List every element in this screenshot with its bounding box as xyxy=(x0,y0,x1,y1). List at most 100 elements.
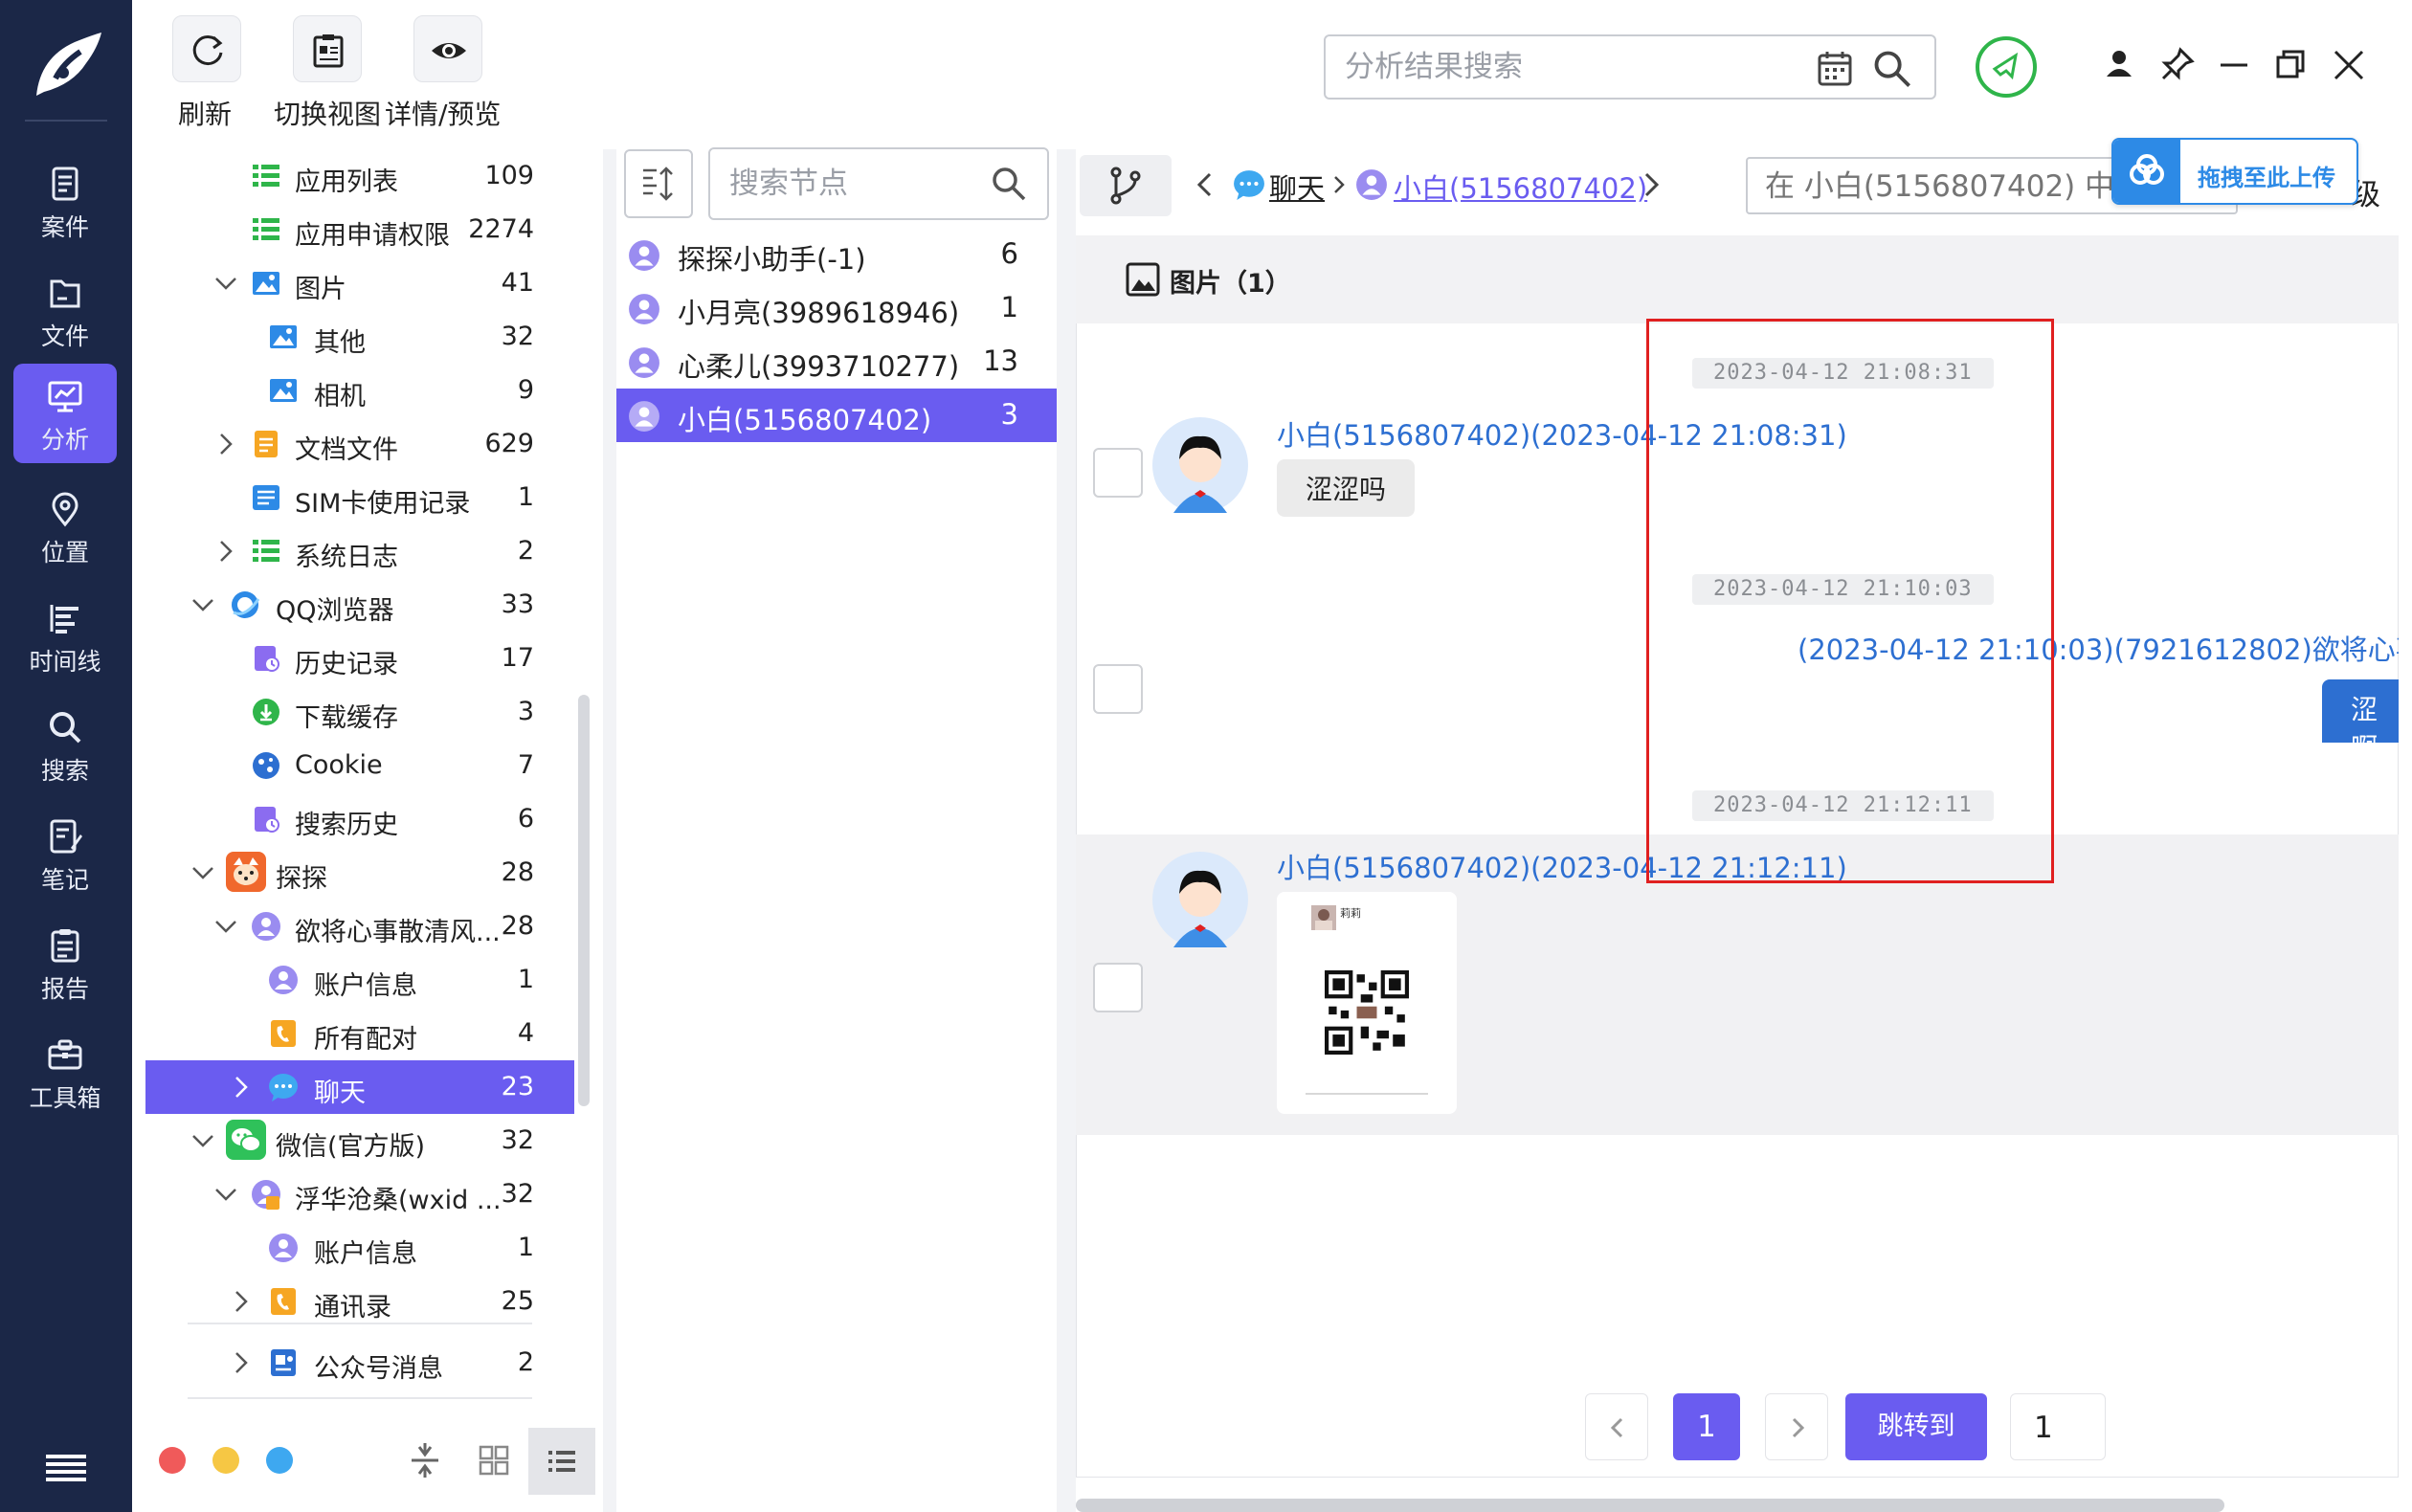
message-checkbox[interactable] xyxy=(1093,664,1143,714)
chevron-right-icon[interactable] xyxy=(212,538,239,565)
sidebar-item-label: 位置 xyxy=(40,539,89,567)
red-dot-filter[interactable] xyxy=(159,1447,186,1474)
shield-status-icon[interactable] xyxy=(1974,34,2039,100)
sidebar-item-case[interactable]: 案件 xyxy=(13,151,117,251)
pin-icon[interactable] xyxy=(2155,44,2198,86)
refresh-button[interactable] xyxy=(172,15,241,82)
tree-scrollbar[interactable] xyxy=(578,695,590,1106)
panel-divider[interactable] xyxy=(1057,149,1076,1512)
chevron-right-icon[interactable] xyxy=(212,431,239,457)
tree-item-account-info-wechat[interactable]: 账户信息 1 xyxy=(145,1221,574,1275)
breadcrumb-contact-link[interactable]: 小白(5156807402) xyxy=(1394,167,1647,207)
chevron-down-icon[interactable] xyxy=(212,913,239,940)
node-search-box xyxy=(708,147,1049,220)
tree-item-search-history[interactable]: 搜索历史 6 xyxy=(145,792,574,846)
user-avatar-icon xyxy=(269,1234,298,1262)
restore-icon[interactable] xyxy=(2270,44,2312,86)
image-message-card[interactable]: 莉莉 xyxy=(1277,892,1457,1114)
cloud-upload-icon xyxy=(2130,154,2164,185)
detail-preview-button[interactable] xyxy=(413,15,482,82)
yellow-dot-filter[interactable] xyxy=(212,1447,239,1474)
branch-button[interactable] xyxy=(1080,155,1172,216)
tree-item-download-cache[interactable]: 下载缓存 3 xyxy=(145,685,574,739)
sort-button[interactable] xyxy=(624,149,693,218)
prev-page-button[interactable] xyxy=(1585,1393,1648,1460)
node-item[interactable]: 探探小助手(-1) 6 xyxy=(616,228,1057,281)
cookie-icon xyxy=(253,752,279,779)
sidebar-item-note[interactable]: 笔记 xyxy=(13,804,117,903)
chevron-down-icon[interactable] xyxy=(190,859,216,886)
message-checkbox[interactable] xyxy=(1093,963,1143,1012)
tree-item-wechat[interactable]: 微信(官方版) 32 xyxy=(145,1114,574,1167)
global-search-input[interactable] xyxy=(1345,46,1785,88)
jump-page-input[interactable]: 1 xyxy=(2010,1393,2106,1460)
close-icon[interactable] xyxy=(2328,44,2370,86)
chevron-right-icon[interactable] xyxy=(228,1288,255,1315)
sidebar-item-analysis[interactable]: 分析 xyxy=(13,364,117,463)
tree-item-history[interactable]: 历史记录 17 xyxy=(145,632,574,685)
node-item[interactable]: 心柔儿(3993710277) 13 xyxy=(616,335,1057,389)
chevron-down-icon[interactable] xyxy=(212,1181,239,1208)
tree-item-app-list[interactable]: 应用列表 109 xyxy=(145,149,574,203)
collapse-all-icon[interactable] xyxy=(406,1441,444,1479)
switch-view-button[interactable] xyxy=(293,15,362,82)
grid-view-icon[interactable] xyxy=(475,1441,513,1479)
tree-item-images[interactable]: 图片 41 xyxy=(145,256,574,310)
chevron-right-icon[interactable] xyxy=(228,1349,255,1376)
tree-item-sim-usage[interactable]: SIM卡使用记录 1 xyxy=(145,471,574,524)
tree-item-account-yujiang[interactable]: 欲将心事散清风... 28 xyxy=(145,900,574,953)
sidebar-item-search[interactable]: 搜索 xyxy=(13,695,117,794)
tree-item-app-permissions[interactable]: 应用申请权限 2274 xyxy=(145,203,574,256)
sidebar-item-file[interactable]: 文件 xyxy=(13,260,117,360)
breadcrumb-chat-link[interactable]: 聊天 xyxy=(1269,167,1325,207)
page-number-button[interactable]: 1 xyxy=(1673,1393,1740,1460)
chevron-left-icon[interactable] xyxy=(1191,170,1219,199)
user-icon[interactable] xyxy=(2098,44,2140,86)
jump-to-button[interactable]: 跳转到 xyxy=(1845,1393,1987,1460)
calendar-icon[interactable] xyxy=(1816,50,1854,88)
node-item[interactable]: 小月亮(3989618946) 1 xyxy=(616,281,1057,335)
node-search-input[interactable] xyxy=(729,163,978,205)
contact-avatar xyxy=(1152,852,1248,947)
chevron-down-icon[interactable] xyxy=(190,1127,216,1154)
sidebar-item-location[interactable]: 位置 xyxy=(13,477,117,576)
switch-view-icon xyxy=(313,34,344,68)
contacts-icon xyxy=(271,1288,296,1315)
message-checkbox[interactable] xyxy=(1093,448,1143,498)
search-icon[interactable] xyxy=(990,165,1028,203)
content-horizontal-scrollbar[interactable] xyxy=(1076,1499,2224,1512)
search-icon[interactable] xyxy=(1871,48,1913,90)
sidebar-item-toolbox[interactable]: 工具箱 xyxy=(13,1022,117,1122)
list-view-button[interactable] xyxy=(528,1428,595,1495)
image-icon xyxy=(270,379,297,402)
tree-item-account-fuhua[interactable]: 浮华沧桑(wxid ... 32 xyxy=(145,1167,574,1221)
user-wallet-avatar-icon xyxy=(252,1180,280,1210)
panel-divider[interactable] xyxy=(603,149,616,1512)
tree-item-cookie[interactable]: Cookie 7 xyxy=(145,739,574,792)
detail-preview-label: 详情/预览 xyxy=(385,99,502,130)
tree-item-system-log[interactable]: 系统日志 2 xyxy=(145,524,574,578)
tree-item-account-info[interactable]: 账户信息 1 xyxy=(145,953,574,1007)
blue-dot-filter[interactable] xyxy=(266,1447,293,1474)
chevron-right-icon[interactable] xyxy=(1637,170,1665,199)
next-page-button[interactable] xyxy=(1765,1393,1828,1460)
tree-item-qq-browser[interactable]: QQ浏览器 33 xyxy=(145,578,574,632)
minimize-icon[interactable] xyxy=(2213,44,2255,86)
tree-item-tantan[interactable]: 探探 28 xyxy=(145,846,574,900)
sidebar-item-timeline[interactable]: 时间线 xyxy=(13,586,117,685)
sidebar-item-report[interactable]: 报告 xyxy=(13,913,117,1012)
tree-item-other[interactable]: 其他 32 xyxy=(145,310,574,364)
tree-item-contacts[interactable]: 通讯录 25 xyxy=(145,1275,574,1328)
tree-item-documents[interactable]: 文档文件 629 xyxy=(145,417,574,471)
refresh-label: 刷新 xyxy=(178,99,233,130)
tree-item-official-accounts[interactable]: 公众号消息 2 xyxy=(145,1336,574,1390)
chevron-down-icon[interactable] xyxy=(190,591,216,618)
chevron-right-icon[interactable] xyxy=(228,1074,255,1101)
tree-item-all-matches[interactable]: 所有配对 4 xyxy=(145,1007,574,1060)
tree-item-chat[interactable]: 聊天 23 xyxy=(145,1060,574,1114)
chevron-down-icon[interactable] xyxy=(212,270,239,297)
node-item-selected[interactable]: 小白(5156807402) 3 xyxy=(616,389,1057,442)
tree-item-camera[interactable]: 相机 9 xyxy=(145,364,574,417)
drag-upload-badge[interactable]: 拖拽至此上传 xyxy=(2111,138,2358,205)
hamburger-menu-icon[interactable] xyxy=(42,1449,90,1487)
